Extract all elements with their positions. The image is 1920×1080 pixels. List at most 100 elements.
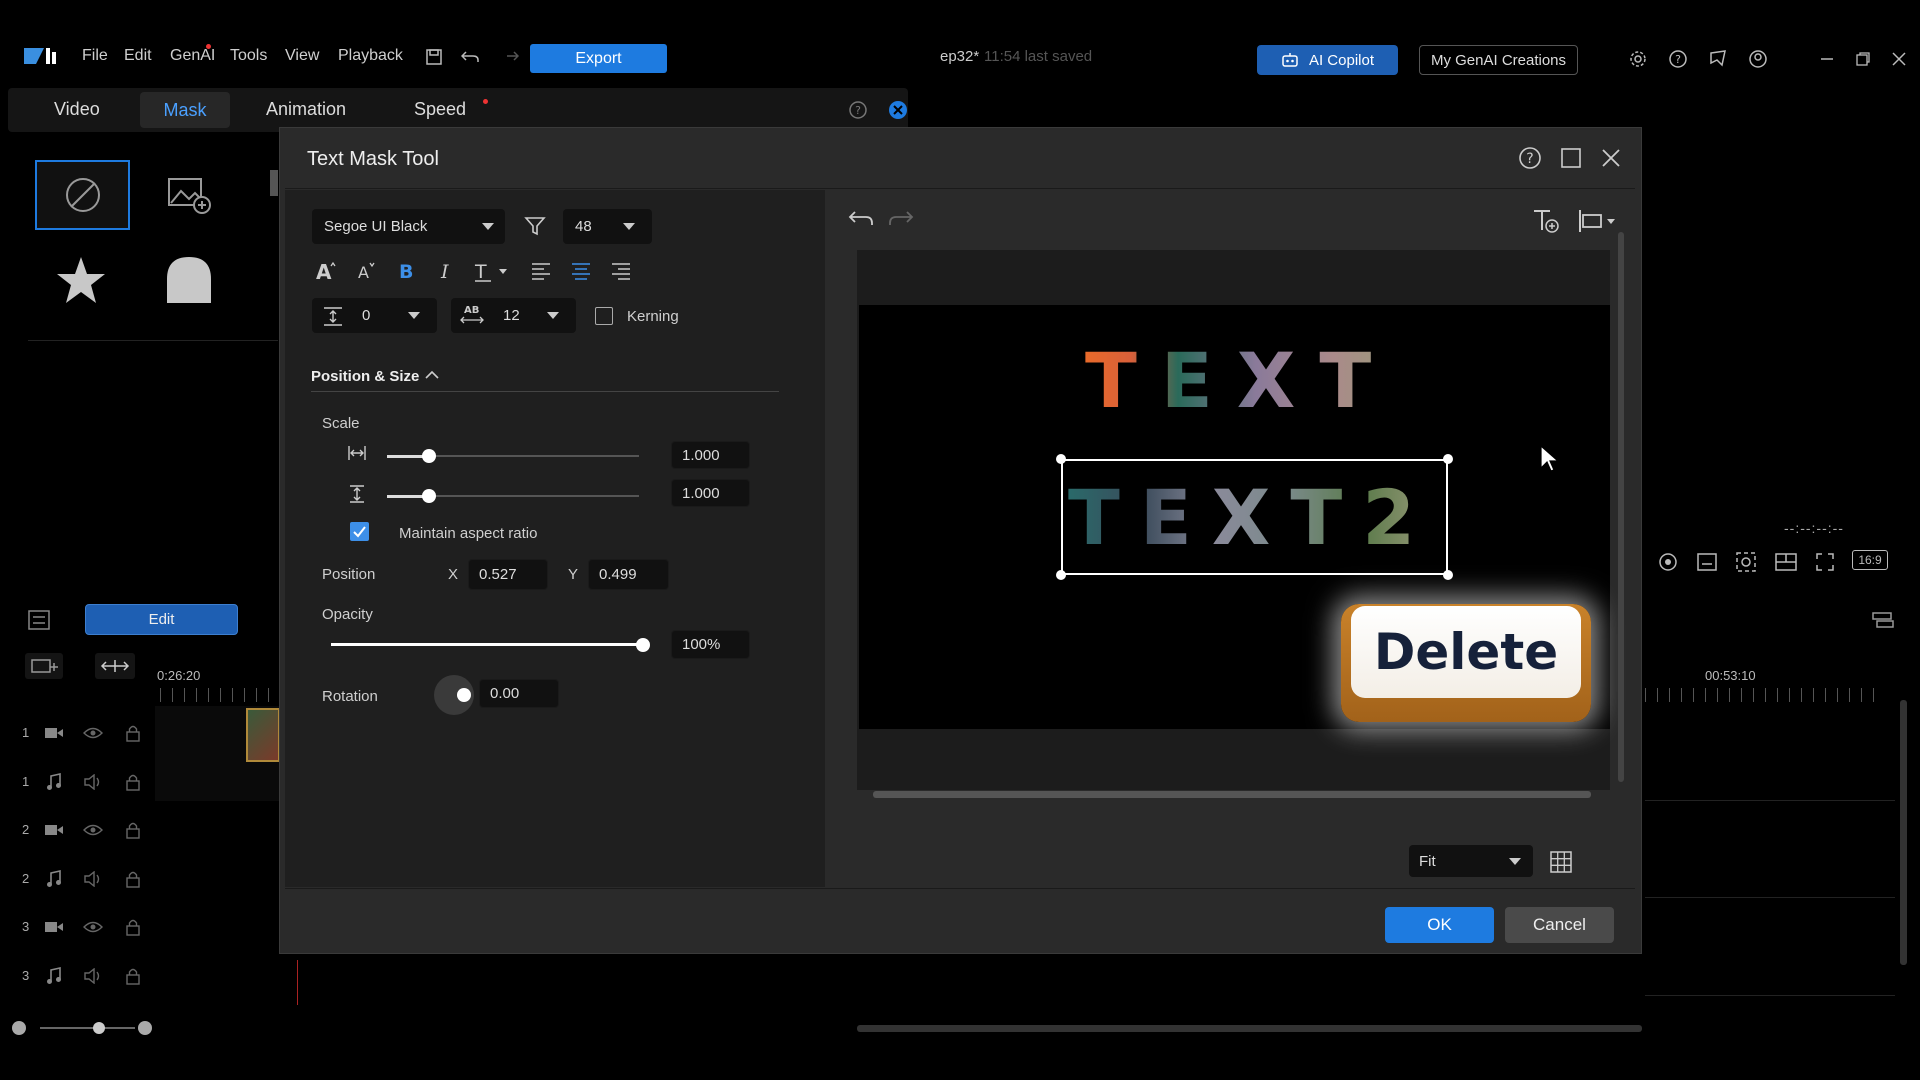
minimize-icon[interactable] <box>1818 50 1836 68</box>
menu-file[interactable]: File <box>82 47 108 65</box>
preview-undo-icon[interactable] <box>847 205 875 231</box>
mask-none-thumb[interactable] <box>35 160 130 230</box>
layout-icon[interactable] <box>1773 550 1799 574</box>
section-title[interactable]: Position & Size <box>311 368 419 385</box>
position-x-input[interactable]: 0.527 <box>468 559 548 590</box>
speaker-icon[interactable] <box>84 968 102 984</box>
lock-icon[interactable] <box>126 821 140 839</box>
star-mask-icon[interactable] <box>55 255 107 305</box>
restore-icon[interactable] <box>1854 50 1872 68</box>
account-icon[interactable] <box>1747 48 1769 70</box>
opacity-slider-thumb[interactable] <box>636 638 650 652</box>
grid-icon[interactable] <box>1547 848 1575 876</box>
preview-text-2[interactable]: TEXT2 <box>1068 472 1444 564</box>
lock-icon[interactable] <box>126 773 140 791</box>
add-text-icon[interactable] <box>1531 207 1561 235</box>
redo-icon[interactable] <box>500 48 520 66</box>
undo-icon[interactable] <box>460 48 480 66</box>
align-right-icon[interactable] <box>608 258 634 284</box>
font-size-dropdown[interactable]: 48 <box>563 209 652 244</box>
scale-width-slider-thumb[interactable] <box>422 449 436 463</box>
eye-icon[interactable] <box>83 823 103 837</box>
tab-help-icon[interactable]: ? <box>847 99 869 121</box>
delete-overlay-button[interactable]: Delete <box>1341 604 1591 722</box>
preview-vertical-scrollbar[interactable] <box>1618 232 1624 782</box>
lock-icon[interactable] <box>126 967 140 985</box>
rotation-dial[interactable] <box>434 675 474 715</box>
speaker-icon[interactable] <box>84 774 102 790</box>
italic-icon[interactable]: I <box>432 258 458 284</box>
char-spacing-dropdown[interactable]: AB 12 <box>451 298 576 333</box>
image-mask-icon[interactable] <box>167 175 213 217</box>
resize-handle-bl[interactable] <box>1056 570 1066 580</box>
horizontal-scrollbar[interactable] <box>857 1025 1642 1032</box>
timeline-clip[interactable] <box>246 708 280 762</box>
tab-animation[interactable]: Animation <box>266 99 346 120</box>
fit-timeline-icon[interactable] <box>95 653 135 679</box>
increase-font-icon[interactable]: A <box>312 258 338 284</box>
aspect-ratio-badge[interactable]: 16:9 <box>1852 550 1888 570</box>
align-left-icon[interactable] <box>528 258 554 284</box>
scale-height-input[interactable]: 1.000 <box>671 479 750 507</box>
font-family-dropdown[interactable]: Segoe UI Black <box>312 209 505 244</box>
timeline-settings-icon[interactable] <box>26 608 52 632</box>
lock-icon[interactable] <box>126 918 140 936</box>
maintain-aspect-checkbox[interactable] <box>350 522 369 541</box>
dialog-help-icon[interactable]: ? <box>1517 145 1543 171</box>
fullscreen-icon[interactable] <box>1813 550 1837 574</box>
arch-mask-icon[interactable] <box>165 255 213 305</box>
speaker-icon[interactable] <box>84 871 102 887</box>
preview-horizontal-scrollbar[interactable] <box>873 791 1591 798</box>
align-object-icon[interactable] <box>1576 207 1620 235</box>
zoom-slider-track[interactable] <box>40 1027 135 1029</box>
settings-gear-icon[interactable] <box>1627 48 1649 70</box>
tab-close-icon[interactable] <box>887 99 909 121</box>
resize-handle-br[interactable] <box>1443 570 1453 580</box>
snapshot-icon[interactable] <box>1656 550 1680 574</box>
bold-icon[interactable]: B <box>392 258 418 284</box>
timeline-tool-icon[interactable] <box>1870 608 1896 632</box>
window-close-icon[interactable] <box>1890 50 1908 68</box>
rotation-input[interactable]: 0.00 <box>479 679 559 708</box>
menu-genai[interactable]: GenAI <box>170 47 215 65</box>
kerning-checkbox[interactable] <box>595 307 613 325</box>
text-style-icon[interactable]: T <box>472 258 512 284</box>
menu-view[interactable]: View <box>285 47 319 65</box>
zoom-slider-thumb[interactable] <box>93 1022 105 1034</box>
dialog-close-icon[interactable] <box>1598 145 1624 171</box>
lock-icon[interactable] <box>126 724 140 742</box>
cancel-button[interactable]: Cancel <box>1505 907 1614 943</box>
resize-handle-tr[interactable] <box>1443 454 1453 464</box>
position-y-input[interactable]: 0.499 <box>588 559 669 590</box>
export-button[interactable]: Export <box>530 44 667 73</box>
preview-redo-icon[interactable] <box>887 205 915 231</box>
zoom-in-dot[interactable] <box>138 1021 152 1035</box>
text-filter-icon[interactable] <box>522 213 548 239</box>
decrease-font-icon[interactable]: A <box>353 258 379 284</box>
ok-button[interactable]: OK <box>1385 907 1494 943</box>
eye-icon[interactable] <box>83 920 103 934</box>
resize-handle-tl[interactable] <box>1056 454 1066 464</box>
my-genai-button[interactable]: My GenAI Creations <box>1419 45 1578 75</box>
vertical-scrollbar[interactable] <box>1900 700 1907 965</box>
lock-icon[interactable] <box>126 870 140 888</box>
menu-tools[interactable]: Tools <box>230 47 267 65</box>
menu-edit[interactable]: Edit <box>124 47 152 65</box>
zoom-out-dot[interactable] <box>12 1021 26 1035</box>
add-track-icon[interactable] <box>25 653 63 679</box>
zoom-preview-icon[interactable] <box>1734 550 1758 574</box>
zoom-fit-dropdown[interactable]: Fit <box>1409 845 1533 877</box>
tab-speed[interactable]: Speed <box>414 99 466 120</box>
edit-button[interactable]: Edit <box>85 604 238 635</box>
notification-icon[interactable] <box>1707 48 1729 70</box>
scale-height-slider-thumb[interactable] <box>422 489 436 503</box>
rotation-dial-handle[interactable] <box>457 688 471 702</box>
help-icon[interactable]: ? <box>1667 48 1689 70</box>
chevron-up-icon[interactable] <box>425 370 439 380</box>
menu-playback[interactable]: Playback <box>338 47 403 65</box>
dialog-maximize-icon[interactable] <box>1558 145 1584 171</box>
eye-icon[interactable] <box>83 726 103 740</box>
line-spacing-dropdown[interactable]: 0 <box>312 298 437 333</box>
tab-video[interactable]: Video <box>54 99 100 120</box>
scale-width-input[interactable]: 1.000 <box>671 441 750 469</box>
